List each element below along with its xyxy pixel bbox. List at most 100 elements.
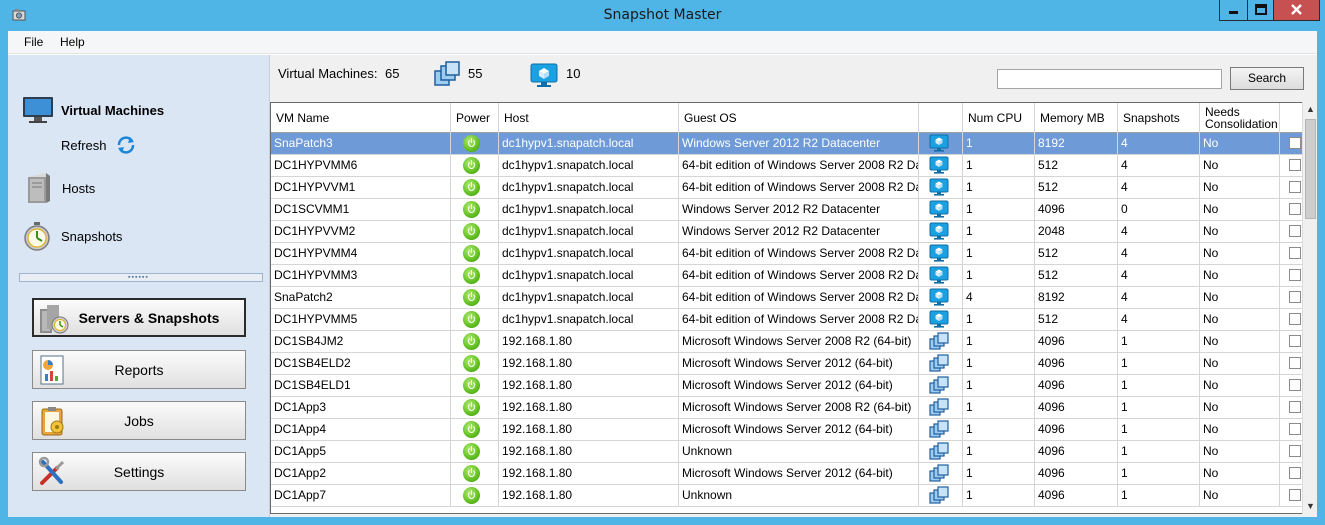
table-row[interactable]: DC1HYPVVM2 dc1hypv1.snapatch.local Windows… xyxy=(271,221,1302,243)
vertical-scrollbar[interactable]: ▲ ▼ xyxy=(1302,102,1317,514)
power-cell xyxy=(451,463,499,484)
cell-name: DC1App2 xyxy=(271,463,451,484)
table-row[interactable]: SnaPatch2 dc1hypv1.snapatch.local 64-bit e… xyxy=(271,287,1302,309)
table-row[interactable]: DC1HYPVVM1 dc1hypv1.snapatch.local 64-bit … xyxy=(271,177,1302,199)
row-checkbox[interactable] xyxy=(1289,313,1301,325)
row-checkbox[interactable] xyxy=(1289,423,1301,435)
row-checkbox[interactable] xyxy=(1289,181,1301,193)
cell-host: dc1hypv1.snapatch.local xyxy=(499,177,679,198)
table-row[interactable]: DC1HYPVMM3 dc1hypv1.snapatch.local 64-bit … xyxy=(271,265,1302,287)
table-row[interactable]: DC1SB4ELD1 192.168.1.80 Microsoft Windows … xyxy=(271,375,1302,397)
cell-mem: 4096 xyxy=(1035,375,1118,396)
hyperv-vm-icon xyxy=(929,310,949,329)
column-header-snapshots[interactable]: Snapshots xyxy=(1118,103,1200,133)
column-header-power[interactable]: Power xyxy=(451,103,499,133)
select-cell xyxy=(1280,309,1302,330)
vm-type-cell xyxy=(919,441,963,462)
cell-consol: No xyxy=(1200,155,1280,176)
column-header-vm-name[interactable]: VM Name xyxy=(271,103,451,133)
tree-hosts[interactable]: Hosts xyxy=(24,171,95,205)
hyperv-vm-icon xyxy=(929,244,949,263)
row-checkbox[interactable] xyxy=(1289,203,1301,215)
tree-snapshots[interactable]: Snapshots xyxy=(22,221,122,251)
vm-grid: VM Name Power Host Guest OS Num CPU Memo… xyxy=(270,102,1303,514)
tree-refresh[interactable]: Refresh xyxy=(61,135,137,155)
menu-file[interactable]: File xyxy=(24,35,43,49)
cell-os: Windows Server 2012 R2 Datacenter xyxy=(679,199,919,220)
cell-consol: No xyxy=(1200,243,1280,264)
search-button[interactable]: Search xyxy=(1230,67,1304,90)
select-cell xyxy=(1280,265,1302,286)
search-input[interactable] xyxy=(997,69,1222,89)
cell-name: DC1SB4ELD1 xyxy=(271,375,451,396)
column-header-host[interactable]: Host xyxy=(499,103,679,133)
row-checkbox[interactable] xyxy=(1289,137,1301,149)
table-row[interactable]: DC1App4 192.168.1.80 Microsoft Windows Ser… xyxy=(271,419,1302,441)
column-header-guest-os[interactable]: Guest OS xyxy=(679,103,919,133)
power-cell xyxy=(451,199,499,220)
close-button[interactable] xyxy=(1273,0,1320,21)
settings-button[interactable]: Settings xyxy=(32,452,246,491)
power-on-icon xyxy=(463,399,480,416)
minimize-button[interactable] xyxy=(1219,0,1248,21)
cell-os: Unknown xyxy=(679,441,919,462)
column-header-needs-consolidation[interactable]: Needs Consolidation xyxy=(1200,103,1280,133)
cell-host: 192.168.1.80 xyxy=(499,331,679,352)
power-cell xyxy=(451,419,499,440)
grid-header: VM Name Power Host Guest OS Num CPU Memo… xyxy=(271,103,1302,133)
row-checkbox[interactable] xyxy=(1289,247,1301,259)
table-row[interactable]: DC1App3 192.168.1.80 Microsoft Windows Ser… xyxy=(271,397,1302,419)
power-cell xyxy=(451,133,499,154)
row-checkbox[interactable] xyxy=(1289,379,1301,391)
row-checkbox[interactable] xyxy=(1289,335,1301,347)
table-row[interactable]: DC1SB4ELD2 192.168.1.80 Microsoft Windows … xyxy=(271,353,1302,375)
select-cell xyxy=(1280,419,1302,440)
sidebar-splitter[interactable]: ▪▪▪▪▪▪ xyxy=(19,273,263,282)
cell-snaps: 1 xyxy=(1118,463,1200,484)
table-row[interactable]: DC1SCVMM1 dc1hypv1.snapatch.local Windows … xyxy=(271,199,1302,221)
row-checkbox[interactable] xyxy=(1289,225,1301,237)
grip-icon: ▪▪▪▪▪▪ xyxy=(128,274,149,281)
row-checkbox[interactable] xyxy=(1289,489,1301,501)
row-checkbox[interactable] xyxy=(1289,445,1301,457)
cell-consol: No xyxy=(1200,397,1280,418)
row-checkbox[interactable] xyxy=(1289,467,1301,479)
menu-help[interactable]: Help xyxy=(60,35,85,49)
cell-mem: 4096 xyxy=(1035,199,1118,220)
vmware-vm-icon xyxy=(929,376,949,395)
jobs-button[interactable]: Jobs xyxy=(32,401,246,440)
table-row[interactable]: DC1App2 192.168.1.80 Microsoft Windows Ser… xyxy=(271,463,1302,485)
row-checkbox[interactable] xyxy=(1289,291,1301,303)
table-row[interactable]: DC1HYPVMM4 dc1hypv1.snapatch.local 64-bit … xyxy=(271,243,1302,265)
reports-button[interactable]: Reports xyxy=(32,350,246,389)
servers-snapshots-button[interactable]: Servers & Snapshots xyxy=(32,298,246,337)
table-row[interactable]: DC1HYPVMM5 dc1hypv1.snapatch.local 64-bit … xyxy=(271,309,1302,331)
row-checkbox[interactable] xyxy=(1289,159,1301,171)
maximize-button[interactable] xyxy=(1247,0,1274,21)
cell-snaps: 4 xyxy=(1118,265,1200,286)
scroll-up-icon[interactable]: ▲ xyxy=(1303,102,1318,117)
row-checkbox[interactable] xyxy=(1289,357,1301,369)
table-row[interactable]: DC1HYPVMM6 dc1hypv1.snapatch.local 64-bit … xyxy=(271,155,1302,177)
table-row[interactable]: DC1SB4JM2 192.168.1.80 Microsoft Windows S… xyxy=(271,331,1302,353)
row-checkbox[interactable] xyxy=(1289,269,1301,281)
column-header-type[interactable] xyxy=(919,103,963,133)
power-cell xyxy=(451,331,499,352)
cell-snaps: 4 xyxy=(1118,243,1200,264)
row-checkbox[interactable] xyxy=(1289,401,1301,413)
tree-virtual-machines[interactable]: Virtual Machines xyxy=(22,95,164,125)
scroll-thumb[interactable] xyxy=(1305,119,1316,219)
cell-host: 192.168.1.80 xyxy=(499,419,679,440)
table-row[interactable]: SnaPatch3 dc1hypv1.snapatch.local Windows … xyxy=(271,133,1302,155)
cell-name: DC1HYPVMM3 xyxy=(271,265,451,286)
power-cell xyxy=(451,221,499,242)
column-header-memory[interactable]: Memory MB xyxy=(1035,103,1118,133)
table-row[interactable]: DC1App7 192.168.1.80 Unknown 1 4096 1 No xyxy=(271,485,1302,507)
cell-mem: 512 xyxy=(1035,177,1118,198)
cell-consol: No xyxy=(1200,331,1280,352)
cell-mem: 4096 xyxy=(1035,331,1118,352)
scroll-down-icon[interactable]: ▼ xyxy=(1303,499,1318,514)
power-on-icon xyxy=(463,377,480,394)
table-row[interactable]: DC1App5 192.168.1.80 Unknown 1 4096 1 No xyxy=(271,441,1302,463)
column-header-num-cpu[interactable]: Num CPU xyxy=(963,103,1035,133)
